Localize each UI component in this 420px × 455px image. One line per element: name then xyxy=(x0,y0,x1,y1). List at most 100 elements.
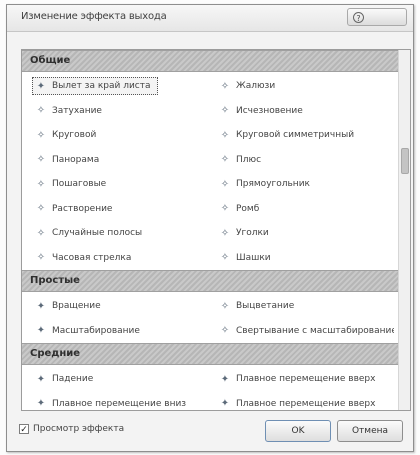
effect-item[interactable]: ✧ Прямоугольник xyxy=(210,172,394,197)
effect-item-box: ✧ Часовая стрелка xyxy=(32,249,138,267)
effect-item-box: ✧ Уголки xyxy=(216,224,276,242)
effect-item[interactable]: ✦ Плавное перемещение вниз xyxy=(26,392,210,411)
star-icon: ✧ xyxy=(220,325,230,337)
ok-button[interactable]: OK xyxy=(265,420,331,442)
effect-item[interactable]: ✧ Ромб xyxy=(210,197,394,222)
effect-item-label: Случайные полосы xyxy=(52,228,143,239)
effect-item[interactable]: ✦ Плавное перемещение вверх xyxy=(210,392,394,411)
dialog-footer: ✓ Просмотр эффекта OK Отмена xyxy=(7,411,413,451)
dialog-title: Изменение эффекта выхода xyxy=(21,11,167,22)
star-icon: ✧ xyxy=(220,80,230,92)
effect-item[interactable]: ✧ Шашки xyxy=(210,246,394,271)
star-arrow-icon: ✦ xyxy=(36,80,46,92)
effect-item-box: ✦ Плавное перемещение вниз xyxy=(32,395,193,410)
effect-item[interactable]: ✧ Исчезновение xyxy=(210,99,394,124)
star-icon: ✧ xyxy=(220,105,230,117)
group-header: Общие xyxy=(22,50,398,72)
effect-item[interactable]: ✧ Выцветание xyxy=(210,294,394,319)
cancel-button[interactable]: Отмена xyxy=(337,420,403,442)
vertical-scrollbar[interactable] xyxy=(398,50,410,410)
effect-item-label: Масштабирование xyxy=(52,325,140,336)
star-arrow-icon: ✦ xyxy=(36,325,46,337)
effect-item-box: ✦ Вылет за край листа xyxy=(32,77,158,96)
effect-item[interactable]: ✦ Масштабирование xyxy=(26,319,210,344)
effect-item[interactable]: ✧ Круговой xyxy=(26,123,210,148)
effect-item-label: Пошаговые xyxy=(52,179,107,190)
star-icon: ✧ xyxy=(220,178,230,190)
star-icon: ✧ xyxy=(36,129,46,141)
effect-item-box: ✧ Пошаговые xyxy=(32,175,113,193)
effect-item[interactable]: ✦ Вращение xyxy=(26,294,210,319)
star-icon: ✧ xyxy=(220,227,230,239)
effect-item-box: ✧ Ромб xyxy=(216,200,266,218)
effect-item[interactable]: ✧ Затухание xyxy=(26,99,210,124)
effect-item-box: ✧ Панорама xyxy=(32,151,106,169)
effect-item-label: Шашки xyxy=(236,252,271,263)
effect-item-label: Часовая стрелка xyxy=(52,252,132,263)
star-icon: ✧ xyxy=(36,105,46,117)
effect-item-label: Вылет за край листа xyxy=(52,81,151,92)
star-icon: ✧ xyxy=(220,252,230,264)
effect-item[interactable]: ✧ Часовая стрелка xyxy=(26,246,210,271)
effect-item-box: ✦ Плавное перемещение вверх xyxy=(216,395,382,410)
effect-item-label: Свертывание с масштабированием xyxy=(236,325,394,336)
effect-item-box: ✧ Шашки xyxy=(216,249,278,267)
effect-item[interactable]: ✧ Круговой симметричный xyxy=(210,123,394,148)
star-icon: ✧ xyxy=(36,227,46,239)
effects-grid: ✦ Вращение ✧ Выцветание ✦ Масштабирование ✧ Све… xyxy=(22,292,398,343)
effect-item-label: Вращение xyxy=(52,301,101,312)
effect-item-label: Панорама xyxy=(52,154,100,165)
effect-item[interactable]: ✦ Падение xyxy=(26,367,210,392)
effect-item-box: ✧ Круговой xyxy=(32,126,103,144)
effect-item[interactable]: ✧ Свертывание с масштабированием xyxy=(210,319,394,344)
effect-item[interactable]: ✧ Растворение xyxy=(26,197,210,222)
effect-item-label: Затухание xyxy=(52,105,102,116)
effect-item-box: ✧ Затухание xyxy=(32,102,109,120)
star-icon: ✧ xyxy=(220,300,230,312)
star-icon: ✧ xyxy=(36,252,46,264)
star-arrow-icon: ✦ xyxy=(36,398,46,410)
effect-item[interactable]: ✧ Плюс xyxy=(210,148,394,173)
effect-item-label: Прямоугольник xyxy=(236,179,310,190)
effect-item-label: Жалюзи xyxy=(236,81,276,92)
star-icon: ✧ xyxy=(220,154,230,166)
effect-item-label: Ромб xyxy=(236,203,260,214)
effect-item[interactable]: ✧ Уголки xyxy=(210,221,394,246)
effect-item-label: Круговой симметричный xyxy=(236,130,355,141)
effect-item[interactable]: ✦ Плавное перемещение вверх xyxy=(210,367,394,392)
effect-item[interactable]: ✧ Жалюзи xyxy=(210,74,394,99)
effect-item-label: Плавное перемещение вверх xyxy=(236,398,376,409)
effect-item-box: ✦ Падение xyxy=(32,370,100,388)
effect-item[interactable]: ✦ Вылет за край листа xyxy=(26,74,210,99)
group-header: Средние xyxy=(22,343,398,365)
effect-item-label: Растворение xyxy=(52,203,113,214)
effect-item-box: ✧ Свертывание с масштабированием xyxy=(216,322,394,340)
effects-grid: ✦ Вылет за край листа ✧ Жалюзи ✧ Затухание ✧ Ис… xyxy=(22,72,398,270)
effect-item-box: ✧ Прямоугольник xyxy=(216,175,317,193)
effects-list[interactable]: Общие ✦ Вылет за край листа ✧ Жалюзи ✧ Затухан… xyxy=(21,49,411,411)
effect-item-box: ✧ Случайные полосы xyxy=(32,224,149,242)
effect-item-label: Плавное перемещение вниз xyxy=(52,398,187,409)
effects-list-content: Общие ✦ Вылет за край листа ✧ Жалюзи ✧ Затухан… xyxy=(22,50,398,410)
effect-item-box: ✧ Растворение xyxy=(32,200,119,218)
star-icon: ✧ xyxy=(36,178,46,190)
effect-item-box: ✧ Жалюзи xyxy=(216,77,282,95)
effect-item-label: Плюс xyxy=(236,154,262,165)
effect-item[interactable]: ✧ Пошаговые xyxy=(26,172,210,197)
help-button[interactable]: ? xyxy=(347,8,407,26)
title-bar: Изменение эффекта выхода ? xyxy=(7,5,413,32)
effect-item-box: ✧ Выцветание xyxy=(216,297,301,315)
effect-item-box: ✧ Круговой симметричный xyxy=(216,126,361,144)
effect-item-label: Выцветание xyxy=(236,301,295,312)
preview-effect-checkbox[interactable]: ✓ Просмотр эффекта xyxy=(19,424,124,435)
group-header: Простые xyxy=(22,270,398,292)
effect-item-box: ✧ Исчезновение xyxy=(216,102,310,120)
effects-grid: ✦ Падение ✦ Плавное перемещение вверх ✦ Плавн… xyxy=(22,365,398,411)
effect-item-box: ✦ Плавное перемещение вверх xyxy=(216,370,382,388)
scroll-thumb[interactable] xyxy=(401,148,409,174)
star-icon: ✧ xyxy=(36,203,46,215)
effect-item[interactable]: ✧ Случайные полосы xyxy=(26,221,210,246)
effect-item[interactable]: ✧ Панорама xyxy=(26,148,210,173)
star-arrow-icon: ✦ xyxy=(220,398,230,410)
checkbox-check-icon[interactable]: ✓ xyxy=(19,424,29,435)
